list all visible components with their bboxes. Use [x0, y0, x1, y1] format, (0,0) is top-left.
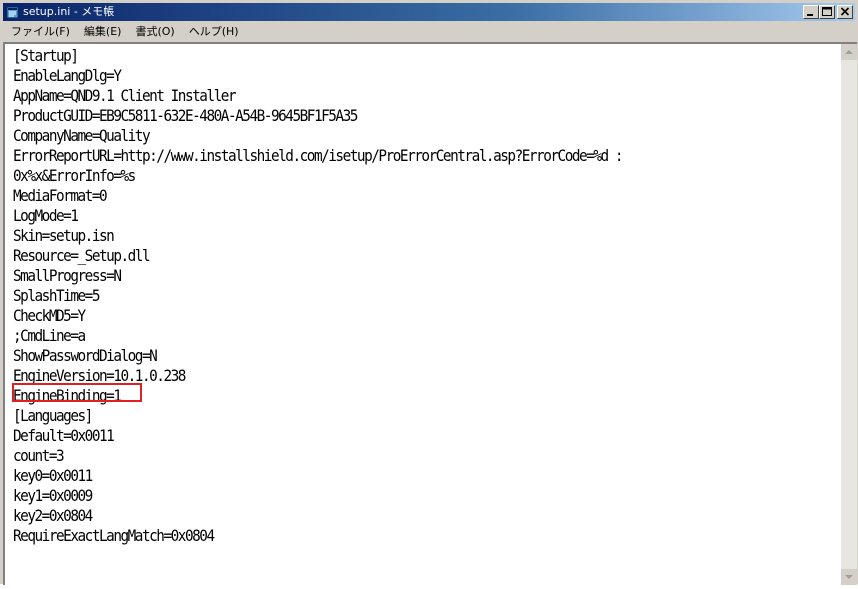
editor-line: 0x%x&ErrorInfo=%s: [13, 167, 136, 185]
menu-edit[interactable]: 編集(E): [76, 22, 128, 41]
scroll-up-icon: [845, 50, 853, 54]
menu-file[interactable]: ファイル(F): [3, 22, 76, 41]
close-button[interactable]: [837, 5, 853, 19]
menu-format[interactable]: 書式(O): [127, 22, 180, 41]
menu-bar: ファイル(F) 編集(E) 書式(O) ヘルプ(H): [3, 22, 855, 41]
editor-line: [Startup]: [13, 47, 79, 65]
title-bar[interactable]: setup.ini - メモ帳: [3, 3, 855, 21]
scroll-down-icon: [845, 575, 853, 579]
minimize-button[interactable]: [803, 5, 819, 19]
scroll-up-button[interactable]: [841, 44, 857, 60]
minimize-icon: [807, 14, 813, 16]
editor-line: ErrorReportURL=http://www.installshield.…: [13, 147, 624, 165]
editor-line: [Languages]: [13, 407, 93, 425]
editor-line: count=3: [13, 447, 65, 465]
editor-line: Resource=_Setup.dll: [13, 247, 151, 265]
window-title: setup.ini - メモ帳: [23, 5, 115, 18]
editor-line: Default=0x0011: [13, 427, 115, 445]
editor-line: MediaFormat=0: [13, 187, 108, 205]
editor-line: ;CmdLine=a: [13, 327, 86, 345]
notepad-app-icon: [6, 6, 19, 19]
editor-line: key0=0x0011: [13, 467, 93, 485]
close-icon: [840, 7, 850, 16]
editor-line: CompanyName=Quality: [13, 127, 151, 145]
menu-help[interactable]: ヘルプ(H): [181, 22, 245, 41]
editor-line: EnableLangDlg=Y: [13, 67, 122, 85]
editor-line: key1=0x0009: [13, 487, 93, 505]
editor-line: SmallProgress=N: [13, 267, 122, 285]
notepad-window: setup.ini - メモ帳 ファイル(F) 編集(E) 書式(O) ヘルプ(…: [0, 0, 858, 585]
editor-line: SplashTime=5: [13, 287, 100, 305]
editor-line: Skin=setup.isn: [13, 227, 115, 245]
editor-line: RequireExactLangMatch=0x0804: [13, 527, 215, 545]
editor-text[interactable]: [Startup] EnableLangDlg=Y AppName=QND9.1 C…: [13, 46, 775, 584]
highlight-box: [12, 383, 142, 402]
text-editor[interactable]: [Startup] EnableLangDlg=Y AppName=QND9.1 C…: [3, 42, 857, 585]
editor-line: CheckMD5=Y: [13, 307, 86, 325]
editor-line: LogMode=1: [13, 207, 79, 225]
editor-line: ProductGUID=EB9C5811-632E-480A-A54B-9645…: [13, 107, 358, 125]
caption-buttons: [803, 5, 853, 19]
editor-line: ShowPasswordDialog=N: [13, 347, 158, 365]
editor-line: key2=0x0804: [13, 507, 93, 525]
vertical-scrollbar[interactable]: [841, 44, 857, 585]
scroll-down-button[interactable]: [841, 569, 857, 585]
maximize-button[interactable]: [819, 5, 835, 19]
editor-line: AppName=QND9.1 Client Installer: [13, 87, 237, 105]
maximize-icon: [822, 7, 832, 16]
